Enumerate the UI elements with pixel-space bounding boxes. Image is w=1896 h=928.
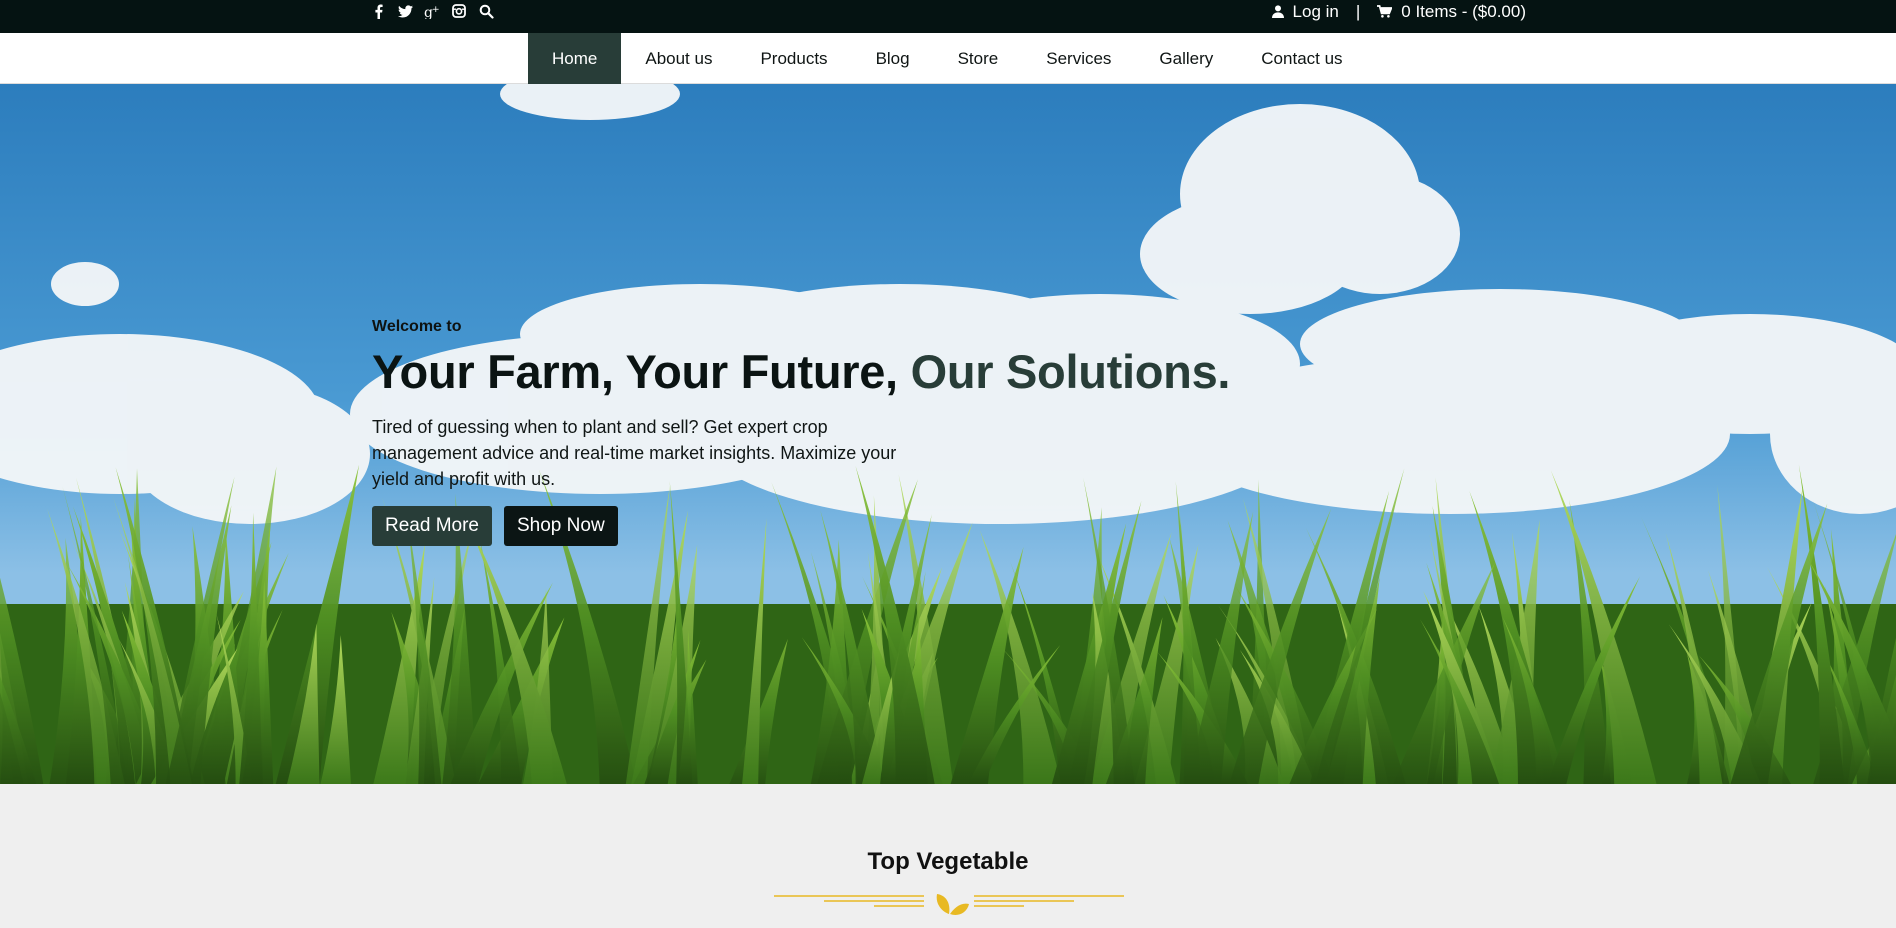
account-links: Log in | 0 Items - ($0.00) bbox=[1271, 0, 1526, 23]
login-link[interactable]: Log in bbox=[1271, 1, 1339, 22]
nav-item-blog[interactable]: Blog bbox=[852, 33, 934, 84]
section-divider bbox=[774, 894, 1124, 915]
top-bar: g + Log in | 0 Items - ($0.00) bbox=[0, 0, 1896, 33]
facebook-icon[interactable] bbox=[370, 3, 386, 19]
svg-text:+: + bbox=[432, 5, 440, 15]
hero-eyebrow: Welcome to bbox=[372, 318, 462, 335]
hero-actions: Read More Shop Now bbox=[372, 506, 1272, 546]
account-separator: | bbox=[1355, 1, 1361, 21]
main-nav: Home About us Products Blog Store Servic… bbox=[0, 33, 1896, 84]
shopping-cart-icon bbox=[1377, 5, 1393, 18]
hero-banner: Welcome to Your Farm, Your Future, Our S… bbox=[0, 84, 1896, 784]
hero-description: Tired of guessing when to plant and sell… bbox=[372, 417, 897, 489]
hero-headline-accent: Our Solutions. bbox=[910, 345, 1231, 398]
nav-item-home[interactable]: Home bbox=[528, 33, 622, 84]
section-title: Top Vegetable bbox=[867, 848, 1029, 875]
nav-item-products[interactable]: Products bbox=[736, 33, 851, 84]
search-icon[interactable] bbox=[478, 3, 494, 19]
hero-headline-main: Your Farm, Your Future, bbox=[372, 345, 898, 398]
shop-now-button[interactable]: Shop Now bbox=[504, 506, 618, 546]
social-links: g + bbox=[370, 0, 494, 22]
nav-item-contact-us[interactable]: Contact us bbox=[1237, 33, 1366, 84]
twitter-icon[interactable] bbox=[397, 3, 413, 19]
cart-link[interactable]: 0 Items - ($0.00) bbox=[1377, 2, 1526, 22]
hero-headline: Your Farm, Your Future, Our Solutions. bbox=[372, 344, 1272, 400]
cart-summary: 0 Items - ($0.00) bbox=[1401, 1, 1526, 21]
nav-item-gallery[interactable]: Gallery bbox=[1135, 33, 1237, 84]
nav-item-store[interactable]: Store bbox=[934, 33, 1023, 84]
nav-item-about-us[interactable]: About us bbox=[621, 33, 736, 84]
hero-content: Welcome to Your Farm, Your Future, Our S… bbox=[372, 318, 1272, 546]
instagram-icon[interactable] bbox=[451, 3, 467, 19]
nav-item-services[interactable]: Services bbox=[1022, 33, 1135, 84]
leaf-icon bbox=[936, 894, 969, 915]
google-plus-icon[interactable]: g + bbox=[424, 3, 440, 19]
read-more-button[interactable]: Read More bbox=[372, 506, 492, 546]
user-icon bbox=[1271, 5, 1284, 18]
login-label: Log in bbox=[1292, 1, 1339, 21]
nav-menu: Home About us Products Blog Store Servic… bbox=[528, 33, 1367, 84]
